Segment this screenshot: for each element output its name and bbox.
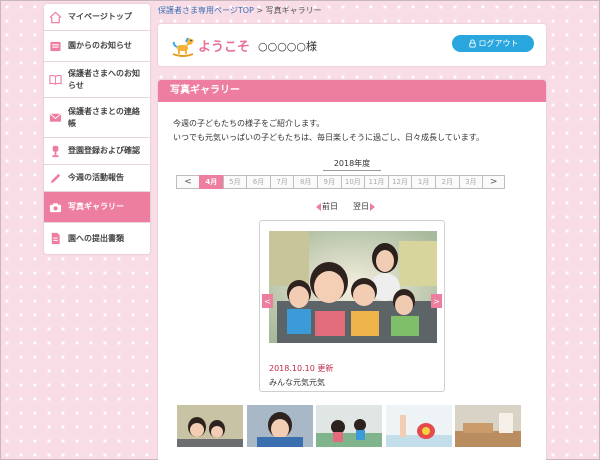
- tab-month-1[interactable]: 1月: [411, 175, 435, 189]
- sidebar-nav: マイページトップ 園からのお知らせ 保護者さまへのお知らせ 保護者さまとの連絡帳…: [44, 4, 150, 254]
- tab-month-6[interactable]: 6月: [246, 175, 270, 189]
- prev-month-button[interactable]: <: [176, 175, 199, 189]
- thumbnail-3[interactable]: [316, 405, 382, 447]
- next-day-button[interactable]: 翌日: [353, 201, 375, 212]
- notice-icon: [48, 39, 62, 53]
- rocking-horse-icon: [172, 37, 194, 57]
- thumbnail-5[interactable]: [455, 405, 521, 447]
- welcome-text: ようこそ: [198, 40, 251, 55]
- pin-icon: [48, 144, 62, 158]
- photo-caption: みんな元気元気: [269, 378, 325, 387]
- tab-month-11[interactable]: 11月: [364, 175, 388, 189]
- tab-month-4[interactable]: 4月: [199, 175, 223, 189]
- tab-month-12[interactable]: 12月: [387, 175, 412, 189]
- intro-line-2: いつでも元気いっぱいの子どもたちは、毎日楽しそうに過ごし、日々成長しています。: [173, 133, 484, 142]
- logout-button[interactable]: ログアウト: [452, 35, 534, 52]
- next-day-label: 翌日: [353, 202, 369, 211]
- sidebar-item-contact-book[interactable]: 保護者さまとの連絡帳: [44, 98, 150, 138]
- sidebar-item-label: 園からのお知らせ: [68, 41, 132, 50]
- tab-month-3[interactable]: 3月: [458, 175, 483, 189]
- pencil-icon: [48, 171, 62, 185]
- thumbnail-1[interactable]: [177, 405, 243, 447]
- photo-next-button[interactable]: >: [431, 294, 442, 308]
- tab-month-9[interactable]: 9月: [316, 175, 341, 189]
- sidebar-item-attendance[interactable]: 登園登録および確認: [44, 138, 150, 165]
- lock-icon: [468, 39, 476, 48]
- thumbnail-strip: [177, 405, 525, 447]
- gallery-panel: 写真ギャラリー 今週の子どもたちの様子をご紹介します。 いつでも元気いっぱいの子…: [158, 80, 546, 460]
- sidebar-item-guardian-news[interactable]: 保護者さまへのお知らせ: [44, 62, 150, 98]
- tab-month-7[interactable]: 7月: [269, 175, 294, 189]
- sidebar-item-documents[interactable]: 園への提出書類: [44, 223, 150, 254]
- photo-prev-button[interactable]: <: [262, 294, 273, 308]
- sidebar-item-mypage-top[interactable]: マイページトップ: [44, 4, 150, 31]
- prev-day-label: 前日: [322, 202, 338, 211]
- sidebar-item-label: 今週の活動報告: [68, 173, 124, 182]
- house-icon: [48, 10, 62, 24]
- next-month-button[interactable]: >: [482, 175, 506, 189]
- breadcrumb-current: 写真ギャラリー: [265, 6, 322, 15]
- featured-photo-card: < > 2018.10.10 更新 みんな元気元気: [259, 220, 445, 392]
- fiscal-year-label: 2018年度: [323, 158, 381, 171]
- book-icon: [48, 73, 62, 87]
- breadcrumb-link-top[interactable]: 保護者さま専用ページTOP: [158, 6, 254, 15]
- triangle-left-icon: [316, 202, 321, 211]
- tab-month-10[interactable]: 10月: [340, 175, 365, 189]
- envelope-icon: [48, 111, 62, 125]
- sidebar-item-photo-gallery[interactable]: 写真ギャラリー: [44, 192, 150, 223]
- logout-label: ログアウト: [478, 39, 519, 48]
- sidebar-item-label: 保護者さまとの連絡帳: [68, 106, 140, 128]
- document-icon: [48, 232, 62, 246]
- sidebar-item-school-news[interactable]: 園からのお知らせ: [44, 31, 150, 62]
- prev-day-button[interactable]: 前日: [316, 201, 338, 212]
- photo-update-date: 2018.10.10 更新: [269, 364, 334, 373]
- welcome-header: ようこそ ○○○○○様 ログアウト: [158, 24, 546, 66]
- thumbnail-4[interactable]: [385, 405, 452, 447]
- thumbnail-2[interactable]: [246, 405, 313, 447]
- sidebar-item-label: 登園登録および確認: [68, 146, 140, 155]
- section-title: 写真ギャラリー: [158, 80, 546, 102]
- sidebar-item-label: マイページトップ: [68, 12, 132, 21]
- intro-line-1: 今週の子どもたちの様子をご紹介します。: [173, 119, 325, 128]
- tab-month-5[interactable]: 5月: [222, 175, 247, 189]
- camera-icon: [48, 200, 62, 214]
- breadcrumb: 保護者さま専用ページTOP > 写真ギャラリー: [158, 5, 322, 16]
- day-navigation: 前日 翌日: [316, 201, 375, 212]
- month-tabs: < 4月 5月 6月 7月 8月 9月 10月 11月 12月 1月 2月 3月…: [176, 175, 506, 189]
- featured-photo[interactable]: [269, 231, 437, 343]
- triangle-right-icon: [370, 202, 375, 211]
- gallery-intro: 今週の子どもたちの様子をご紹介します。 いつでも元気いっぱいの子どもたちは、毎日…: [173, 117, 484, 145]
- sidebar-item-label: 園への提出書類: [68, 233, 124, 243]
- breadcrumb-separator: >: [256, 6, 264, 15]
- tab-month-8[interactable]: 8月: [293, 175, 317, 189]
- tab-month-2[interactable]: 2月: [434, 175, 459, 189]
- sidebar-item-label: 写真ギャラリー: [68, 202, 124, 211]
- sidebar-item-label: 保護者さまへのお知らせ: [68, 68, 140, 90]
- username: ○○○○○様: [258, 40, 317, 53]
- sidebar-item-weekly-report[interactable]: 今週の活動報告: [44, 165, 150, 192]
